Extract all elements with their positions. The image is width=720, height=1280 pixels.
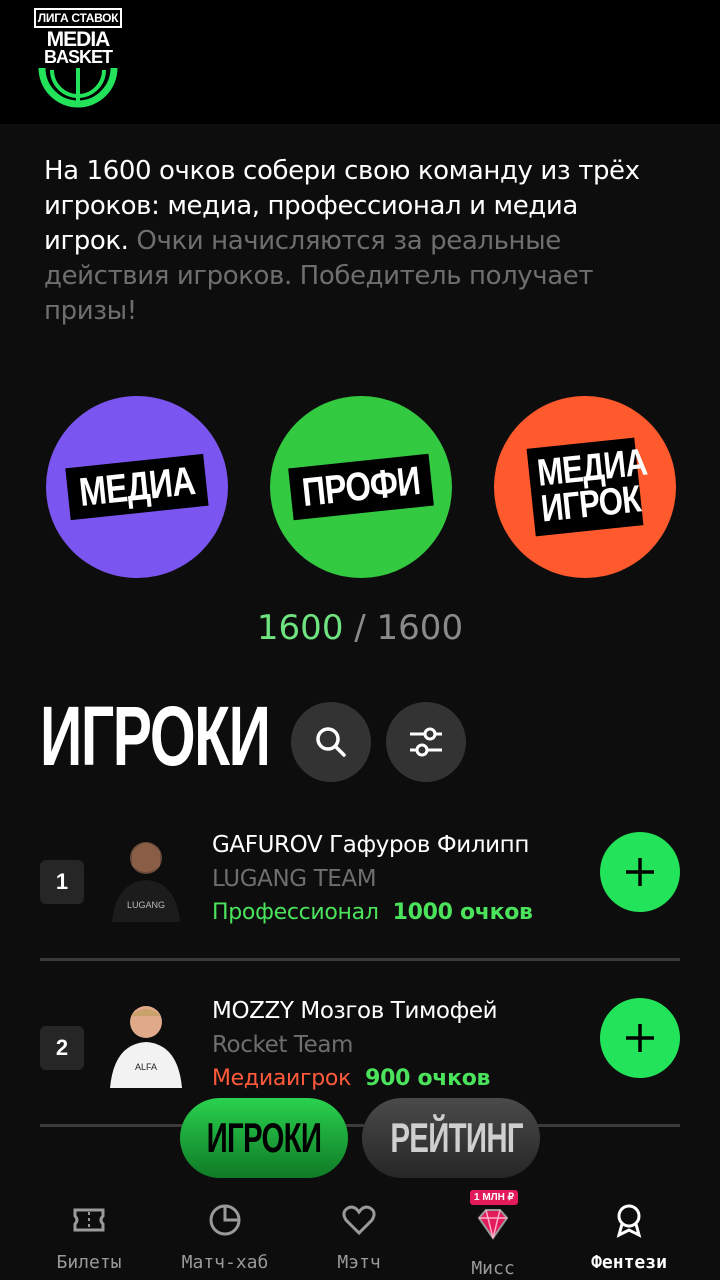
budget-separator: / <box>354 608 366 648</box>
plus-icon <box>626 858 654 886</box>
add-player-button[interactable] <box>600 998 680 1078</box>
row-divider <box>40 1124 680 1127</box>
tab-fantasy[interactable]: Фентези <box>564 1180 694 1280</box>
category-profi-label: ПРОФИ <box>288 453 434 521</box>
player-points: 900 очков <box>365 1066 491 1091</box>
heart-icon <box>342 1205 376 1236</box>
rating-toggle-button[interactable]: РЕЙТИНГ <box>362 1098 540 1178</box>
category-media-label: МЕДИА <box>65 453 209 521</box>
player-role: Профессионал <box>212 900 379 925</box>
players-heading: ИГРОКИ <box>40 689 271 783</box>
search-icon <box>316 727 346 757</box>
tab-fantasy-label: Фентези <box>591 1252 667 1273</box>
diamond-icon <box>477 1209 509 1240</box>
player-rank: 1 <box>40 860 84 904</box>
player-role: Медиаигрок <box>212 1066 352 1091</box>
tab-miss-label: Мисс <box>471 1258 515 1279</box>
category-media-player-label: МЕДИА ИГРОК <box>526 437 649 537</box>
pie-chart-icon <box>209 1204 241 1236</box>
budget-counter: 1600 / 1600 <box>0 608 720 648</box>
bottom-tab-bar: Билеты Матч-хаб Мэтч 1 МЛН ₽ Мисс Фентез… <box>0 1180 720 1280</box>
rating-toggle-label: РЕЙТИНГ <box>390 1114 523 1161</box>
tab-match[interactable]: Мэтч <box>294 1180 424 1280</box>
add-player-button[interactable] <box>600 832 680 912</box>
tab-match-label: Мэтч <box>337 1252 381 1273</box>
search-button[interactable] <box>291 702 371 782</box>
tab-tickets[interactable]: Билеты <box>24 1180 154 1280</box>
plus-icon <box>626 1024 654 1052</box>
tab-match-hub[interactable]: Матч-хаб <box>160 1180 290 1280</box>
category-media-player-slot[interactable]: МЕДИА ИГРОК <box>494 396 676 578</box>
budget-max: 1600 <box>376 608 464 648</box>
logo-line-1: ЛИГА СТАВОК <box>34 8 122 28</box>
sliders-icon <box>410 727 442 757</box>
player-points: 1000 очков <box>392 900 533 925</box>
intro-text: На 1600 очков собери свою команду из трё… <box>44 154 664 329</box>
svg-text:LUGANG: LUGANG <box>127 900 165 910</box>
ticket-icon <box>73 1208 105 1232</box>
tab-miss[interactable]: 1 МЛН ₽ Мисс <box>428 1180 558 1280</box>
player-role-line: Профессионал 1000 очков <box>212 900 533 925</box>
player-row[interactable]: 1 LUGANG GAFUROV Гафуров Филипп LUGANG T… <box>40 832 680 966</box>
category-profi-slot[interactable]: ПРОФИ <box>270 396 452 578</box>
tab-match-hub-label: Матч-хаб <box>181 1252 269 1273</box>
player-team: Rocket Team <box>212 1032 354 1058</box>
player-name: GAFUROV Гафуров Филипп <box>212 832 529 858</box>
basketball-icon <box>38 67 118 108</box>
player-role-line: Медиаигрок 900 очков <box>212 1066 490 1091</box>
app-header: ЛИГА СТАВОК MEDIA BASKET <box>0 0 720 124</box>
svg-text:ALFA: ALFA <box>135 1062 157 1072</box>
player-name: MOZZY Мозгов Тимофей <box>212 998 498 1024</box>
player-team: LUGANG TEAM <box>212 866 377 892</box>
tab-tickets-label: Билеты <box>56 1252 122 1273</box>
row-divider <box>40 958 680 961</box>
budget-current: 1600 <box>256 608 344 648</box>
miss-prize-badge: 1 МЛН ₽ <box>470 1190 519 1205</box>
players-toggle-button[interactable]: ИГРОКИ <box>180 1098 348 1178</box>
player-photo: LUGANG <box>112 842 180 922</box>
players-toggle-label: ИГРОКИ <box>206 1114 322 1161</box>
player-row[interactable]: 2 ALFA MOZZY Мозгов Тимофей Rocket Team … <box>40 998 680 1132</box>
fantasy-screen: На 1600 очков собери свою команду из трё… <box>0 124 720 1180</box>
category-media-slot[interactable]: МЕДИА <box>46 396 228 578</box>
player-photo: ALFA <box>110 1006 182 1088</box>
filter-button[interactable] <box>386 702 466 782</box>
award-icon <box>616 1204 642 1238</box>
media-basket-logo[interactable]: ЛИГА СТАВОК MEDIA BASKET <box>34 8 122 108</box>
player-rank: 2 <box>40 1026 84 1070</box>
